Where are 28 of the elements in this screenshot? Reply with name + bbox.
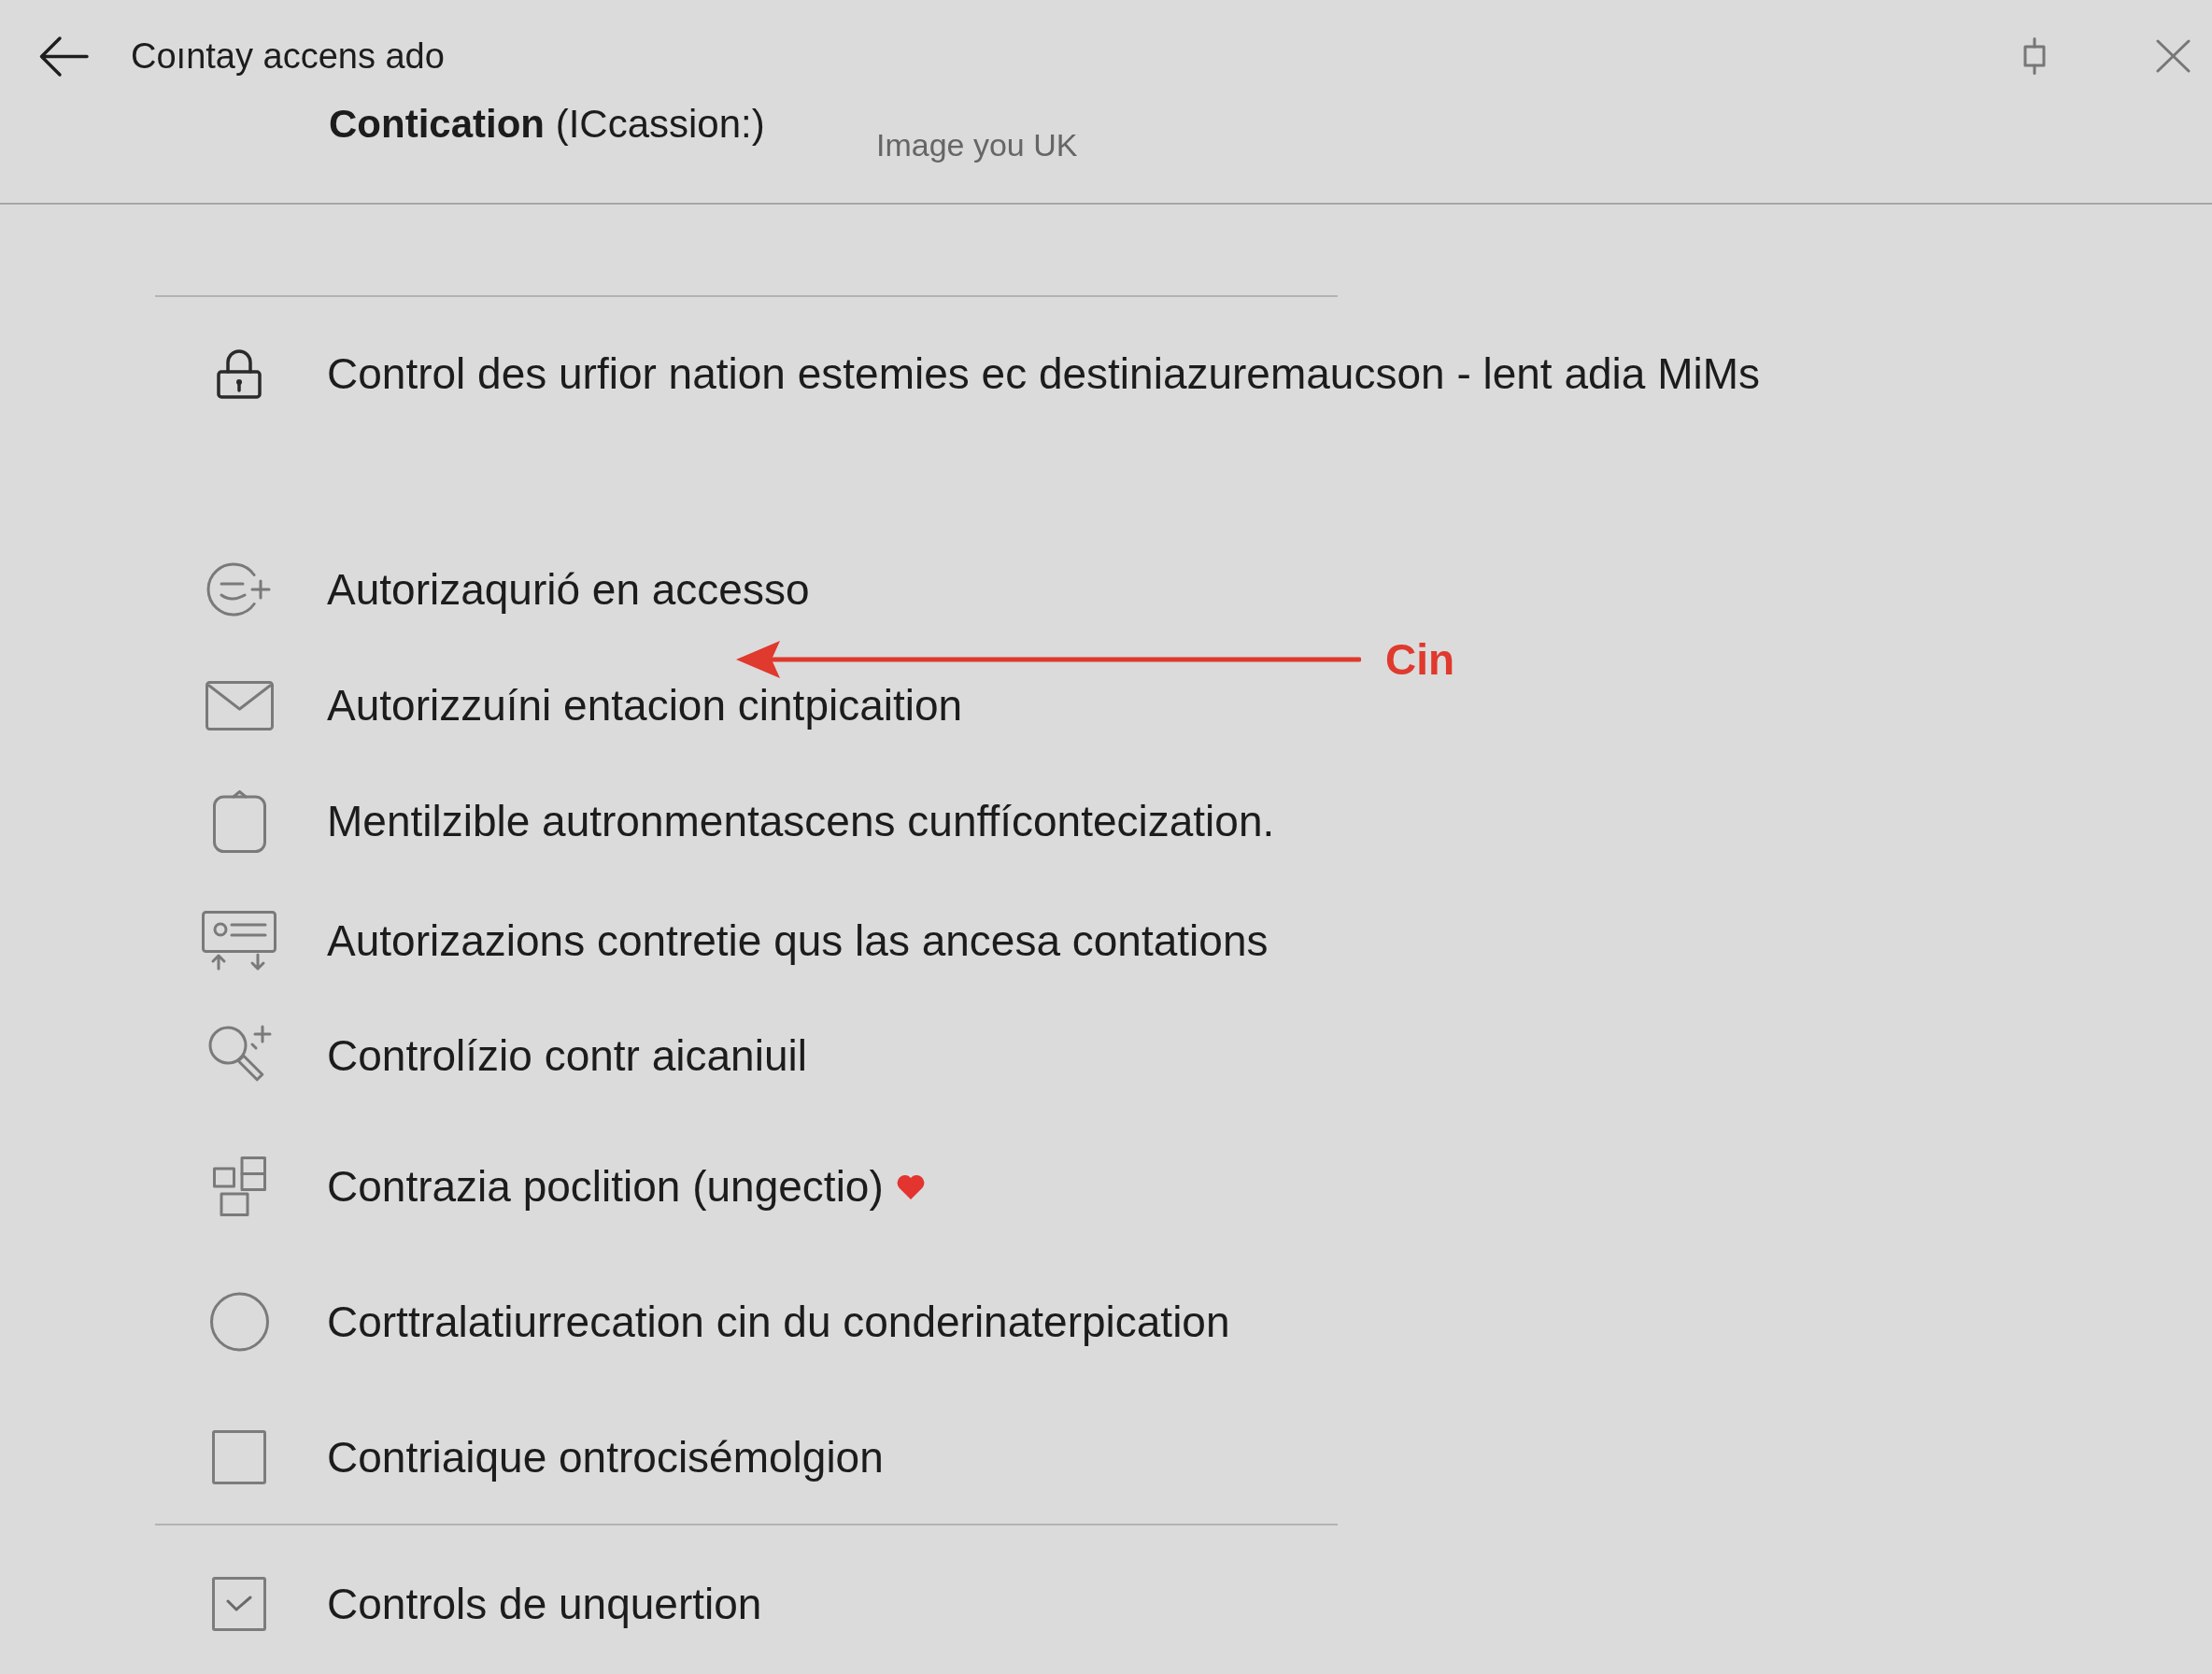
check-icon <box>225 1596 253 1612</box>
card-arrows-icon <box>202 910 276 972</box>
item-label: Autorizaqurió en accesso <box>327 564 810 615</box>
back-arrow-icon <box>38 35 89 78</box>
lock-icon <box>215 348 263 399</box>
item-label: Corttralatiurrecation cin du conderinaterpication <box>327 1297 1230 1347</box>
back-button[interactable] <box>38 35 89 78</box>
item-label: Controls de unquertion <box>327 1579 762 1629</box>
blocks-icon <box>212 1156 266 1216</box>
item-label: Autorizzuíni entacion cintpicaition <box>327 680 963 731</box>
item-label: Controlízio contr aicaniuil <box>327 1030 807 1081</box>
item-label: Control des urfior nation estemies ec destiniazuremaucson - lent adia MiMs <box>327 348 1761 399</box>
caption-text: Image you UK <box>876 127 1078 163</box>
annotation-label: Cin <box>1385 638 1455 681</box>
circle-icon <box>209 1292 269 1352</box>
close-icon <box>2156 39 2191 73</box>
checkbox[interactable] <box>212 1577 266 1631</box>
item-label: Autorizazions contretie qus las ancesa contations <box>327 915 1269 966</box>
window-title: Coıntay accens ado <box>131 35 445 77</box>
circle-plus-icon <box>206 560 273 618</box>
checkbox[interactable] <box>212 1430 266 1484</box>
item-label: Contrazia poclition (ungectio) <box>327 1161 884 1212</box>
item-label: Contriaique ontrocisémolgion <box>327 1432 884 1482</box>
page-heading: Contication (ICcassion:) <box>329 103 766 146</box>
close-button[interactable] <box>2156 39 2191 73</box>
envelope-icon <box>205 680 274 731</box>
item-label: Mentilzible autronmentascens cunffícontecization. <box>327 796 1275 846</box>
rounded-square-icon <box>212 789 266 853</box>
